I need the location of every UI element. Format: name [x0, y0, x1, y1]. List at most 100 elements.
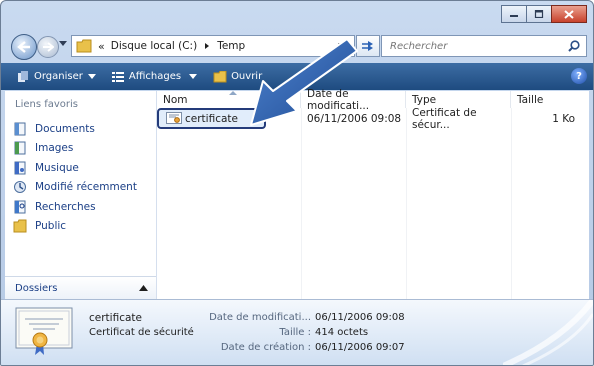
recent-pages-dropdown[interactable]: [59, 41, 67, 47]
file-name: certificate: [185, 112, 238, 125]
title-bar: [1, 1, 593, 29]
certificate-icon: [166, 112, 182, 124]
folder-icon: [13, 219, 27, 233]
folder-icon: [76, 39, 92, 53]
ouvrir-button[interactable]: Ouvrir: [207, 63, 268, 90]
column-divider: [406, 108, 407, 299]
column-name[interactable]: Nom: [157, 91, 301, 108]
back-arrow-icon: [17, 41, 30, 53]
affichages-menu[interactable]: Affichages: [106, 63, 203, 90]
column-type[interactable]: Type: [406, 91, 511, 108]
file-modified: 06/11/2006 09:08: [307, 112, 402, 125]
file-name-cell[interactable]: certificate: [160, 110, 300, 127]
search-folder-icon: [14, 200, 26, 214]
minimize-icon: [510, 15, 518, 17]
explorer-window: « Disque local (C:) Temp Organiser Affic…: [0, 0, 594, 366]
affichages-label: Affichages: [128, 71, 182, 82]
file-type: Certificat de sécur...: [412, 106, 477, 131]
favorite-images[interactable]: Images: [13, 139, 137, 159]
ouvrir-label: Ouvrir: [231, 71, 263, 82]
breadcrumb-temp[interactable]: Temp: [217, 40, 245, 52]
decorative-swoosh: [503, 300, 593, 365]
column-divider: [511, 108, 512, 299]
favorite-searches[interactable]: Recherches: [13, 197, 137, 217]
folders-toggle[interactable]: Dossiers: [5, 276, 156, 299]
file-row-certificate[interactable]: certificate 06/11/2006 09:08 Certificat …: [157, 106, 589, 131]
address-row: « Disque local (C:) Temp: [1, 31, 593, 61]
address-overflow[interactable]: «: [98, 40, 105, 53]
column-type-label: Type: [412, 93, 437, 106]
column-modified-label: Date de modificati...: [307, 87, 370, 112]
chevron-down-icon: [87, 73, 96, 79]
certificate-thumbnail-icon: [15, 307, 73, 355]
column-modified[interactable]: Date de modificati...: [301, 88, 406, 112]
organiser-menu[interactable]: Organiser: [11, 63, 102, 90]
organiser-label: Organiser: [34, 71, 83, 82]
column-headers: Nom Date de modificati... Type Taille: [157, 88, 589, 112]
images-icon: [14, 141, 26, 155]
details-row: Date de modificati... 06/11/2006 09:08: [183, 312, 405, 327]
chevron-right-icon[interactable]: [203, 42, 211, 50]
close-icon: [564, 9, 574, 19]
search-input[interactable]: [388, 39, 562, 53]
details-label: Date de création :: [220, 342, 311, 353]
details-type: Certificat de sécurité: [89, 327, 194, 338]
close-button[interactable]: [551, 5, 587, 23]
minimize-button[interactable]: [501, 5, 527, 23]
search-box[interactable]: [381, 35, 587, 57]
favorite-label: Recherches: [35, 200, 96, 213]
breadcrumb-disk[interactable]: Disque local (C:): [111, 40, 197, 52]
favorites-title: Liens favoris: [15, 99, 79, 110]
open-folder-icon: [213, 70, 227, 82]
details-name: certificate: [89, 312, 142, 324]
documents-icon: [14, 122, 26, 136]
favorite-music[interactable]: Musique: [13, 158, 137, 178]
maximize-icon: [534, 10, 544, 18]
refresh-icon: [362, 41, 373, 51]
navigation-pane: Liens favoris Documents Images Musique M…: [5, 91, 157, 299]
music-icon: [14, 161, 26, 175]
help-button[interactable]: ?: [571, 68, 587, 84]
details-label: Taille :: [279, 327, 311, 338]
organise-icon: [18, 70, 28, 82]
back-button[interactable]: [11, 34, 37, 60]
forward-arrow-icon: [43, 42, 54, 52]
column-name-label: Nom: [163, 93, 188, 106]
details-properties: Date de modificati... 06/11/2006 09:08 T…: [183, 312, 405, 357]
sort-arrow-icon: [229, 91, 237, 95]
command-bar: Organiser Affichages Ouvrir ?: [1, 63, 593, 90]
favorites-list: Documents Images Musique Modifié récemme…: [13, 119, 137, 236]
details-value: 06/11/2006 09:07: [315, 342, 405, 353]
help-icon: ?: [576, 70, 582, 82]
column-size[interactable]: Taille: [511, 91, 581, 108]
details-row: Taille : 414 octets: [183, 327, 405, 342]
favorite-label: Musique: [35, 161, 79, 174]
details-value: 06/11/2006 09:08: [315, 312, 405, 323]
favorite-label: Images: [35, 142, 74, 155]
forward-button[interactable]: [37, 36, 59, 58]
folders-label: Dossiers: [15, 282, 58, 294]
favorite-label: Public: [35, 220, 67, 233]
content-area: Liens favoris Documents Images Musique M…: [5, 88, 589, 299]
column-divider: [301, 108, 302, 299]
window-controls: [501, 5, 587, 23]
refresh-button[interactable]: [356, 35, 380, 57]
recent-icon: [14, 181, 26, 194]
chevron-down-icon: [189, 73, 198, 79]
favorite-public[interactable]: Public: [13, 217, 137, 237]
chevron-up-icon: [139, 285, 148, 291]
details-pane: certificate Certificat de sécurité Date …: [1, 299, 593, 365]
favorite-documents[interactable]: Documents: [13, 119, 137, 139]
search-icon[interactable]: [568, 40, 580, 52]
details-label: Date de modificati...: [209, 312, 311, 323]
address-bar[interactable]: « Disque local (C:) Temp: [71, 35, 355, 57]
favorite-label: Modifié récemment: [35, 181, 137, 194]
maximize-button[interactable]: [526, 5, 552, 23]
favorite-recent[interactable]: Modifié récemment: [13, 178, 137, 198]
views-icon: [111, 71, 124, 82]
address-dropdown-icon[interactable]: [338, 43, 346, 49]
details-row: Date de création : 06/11/2006 09:07: [183, 342, 405, 357]
favorite-label: Documents: [35, 122, 95, 135]
file-size: 1 Ko: [552, 112, 575, 125]
column-size-label: Taille: [517, 93, 544, 106]
